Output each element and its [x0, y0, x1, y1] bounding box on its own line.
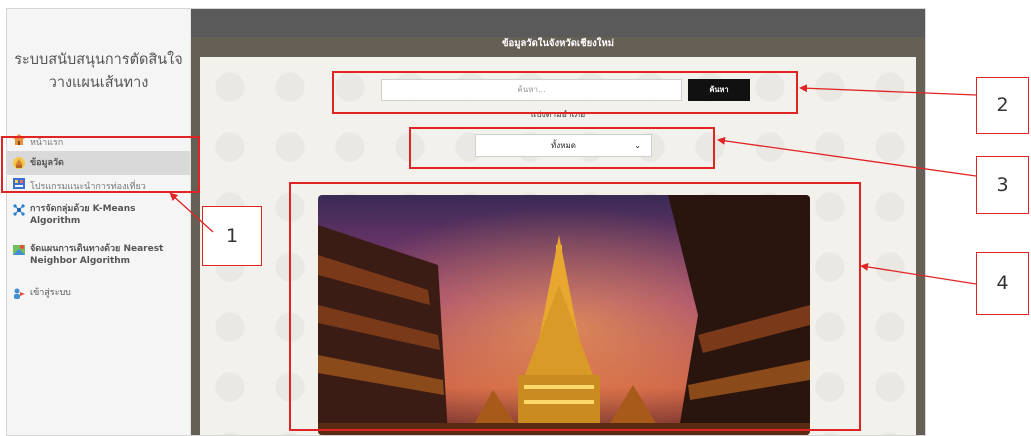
callout-arrow-1 — [169, 192, 214, 233]
callout-arrow-3 — [717, 136, 977, 177]
callout-arrows — [169, 84, 977, 285]
callout-arrow-2 — [799, 84, 977, 96]
callout-arrow-4 — [860, 262, 977, 285]
